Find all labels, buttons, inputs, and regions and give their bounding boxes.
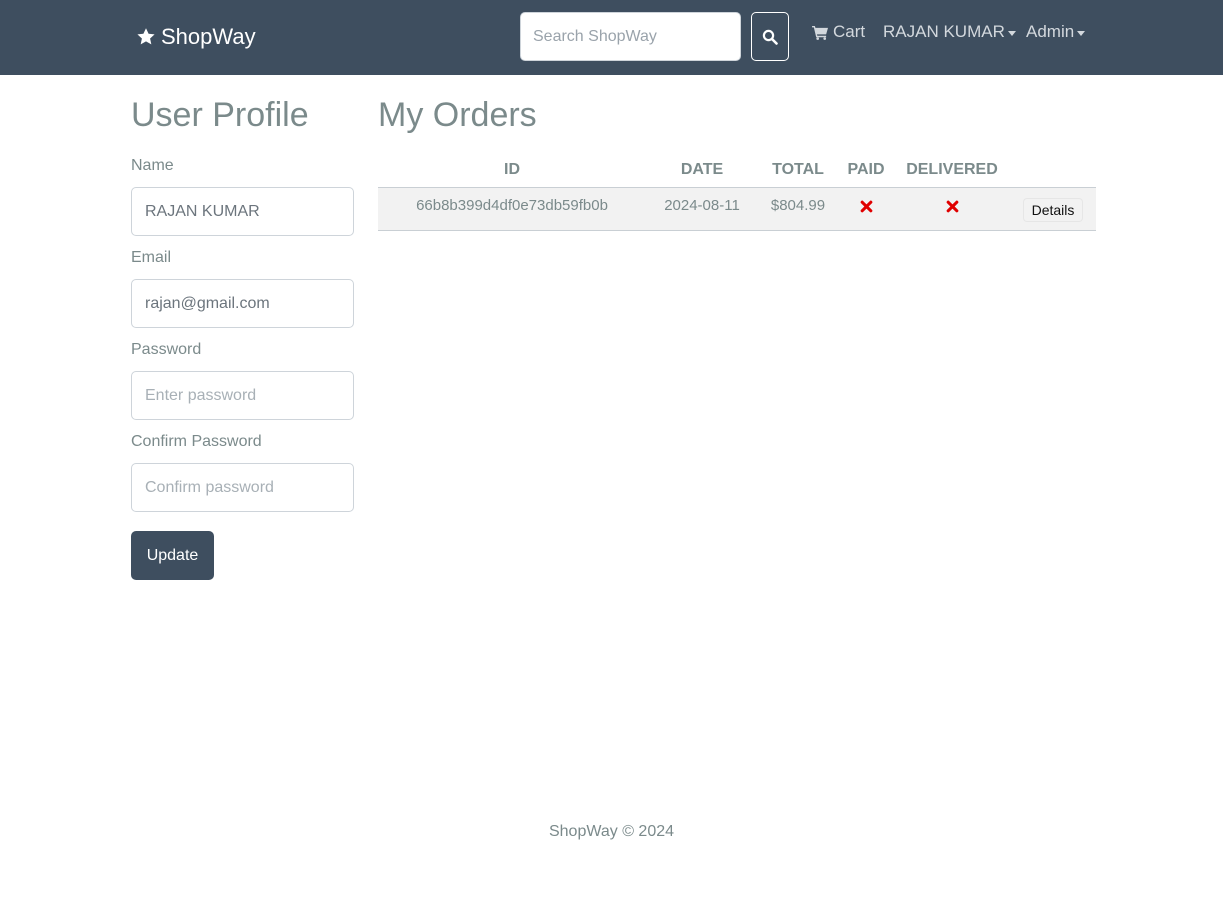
search-icon bbox=[762, 29, 778, 45]
column-header-date: DATE bbox=[680, 161, 724, 179]
details-button[interactable]: Details bbox=[1023, 198, 1083, 221]
brand-link[interactable]: ShopWay bbox=[136, 24, 256, 50]
footer: ShopWay © 2024 bbox=[0, 823, 1223, 841]
order-date: 2024-08-11 bbox=[664, 196, 740, 214]
search-input[interactable] bbox=[520, 12, 741, 61]
confirm-password-label: Confirm Password bbox=[131, 433, 262, 450]
brand-name: ShopWay bbox=[161, 24, 256, 49]
table-row: 66b8b399d4df0e73db59fb0b 2024-08-11 $804… bbox=[378, 187, 1096, 230]
footer-copyright: ShopWay © 2024 bbox=[548, 823, 675, 840]
email-label: Email bbox=[131, 249, 172, 266]
order-action-cell: Details bbox=[1010, 187, 1096, 230]
password-field[interactable] bbox=[131, 371, 354, 420]
password-label: Password bbox=[131, 341, 202, 358]
update-button[interactable]: Update bbox=[131, 531, 214, 580]
order-id: 66b8b399d4df0e73db59fb0b bbox=[416, 196, 608, 214]
admin-menu-dropdown[interactable]: Admin bbox=[1026, 20, 1086, 44]
confirm-password-field[interactable] bbox=[131, 463, 354, 512]
orders-table: ID DATE TOTAL PAID DELIVERED 66b8b399d4d… bbox=[378, 154, 1096, 231]
caret-down-icon bbox=[1077, 30, 1086, 36]
navbar: ShopWay Cart RAJAN KUMAR Admin bbox=[0, 0, 1223, 75]
table-header-row: ID DATE TOTAL PAID DELIVERED bbox=[378, 154, 1096, 187]
user-menu-dropdown[interactable]: RAJAN KUMAR bbox=[883, 20, 1016, 44]
name-field[interactable] bbox=[131, 187, 354, 236]
orders-heading: My Orders bbox=[378, 96, 537, 134]
order-paid-status bbox=[838, 187, 894, 230]
order-delivered-status bbox=[894, 187, 1010, 230]
nav-cart-link[interactable]: Cart bbox=[812, 20, 865, 44]
user-name-label: RAJAN KUMAR bbox=[883, 22, 1005, 41]
column-header-total: TOTAL bbox=[772, 161, 824, 179]
column-header-id: ID bbox=[504, 161, 520, 179]
column-header-paid: PAID bbox=[847, 161, 885, 179]
column-header-action bbox=[1010, 154, 1096, 187]
order-total: $804.99 bbox=[770, 196, 826, 214]
column-header-delivered: DELIVERED bbox=[906, 161, 998, 179]
cart-label: Cart bbox=[833, 22, 866, 41]
email-field[interactable] bbox=[131, 279, 354, 328]
name-label: Name bbox=[131, 157, 174, 174]
profile-heading: User Profile bbox=[131, 96, 309, 134]
x-icon bbox=[860, 200, 872, 212]
admin-label: Admin bbox=[1026, 22, 1075, 41]
search-button[interactable] bbox=[751, 12, 789, 61]
star-icon bbox=[137, 28, 155, 45]
shopping-cart-icon bbox=[812, 25, 828, 40]
x-icon bbox=[946, 200, 958, 212]
caret-down-icon bbox=[1007, 30, 1016, 36]
